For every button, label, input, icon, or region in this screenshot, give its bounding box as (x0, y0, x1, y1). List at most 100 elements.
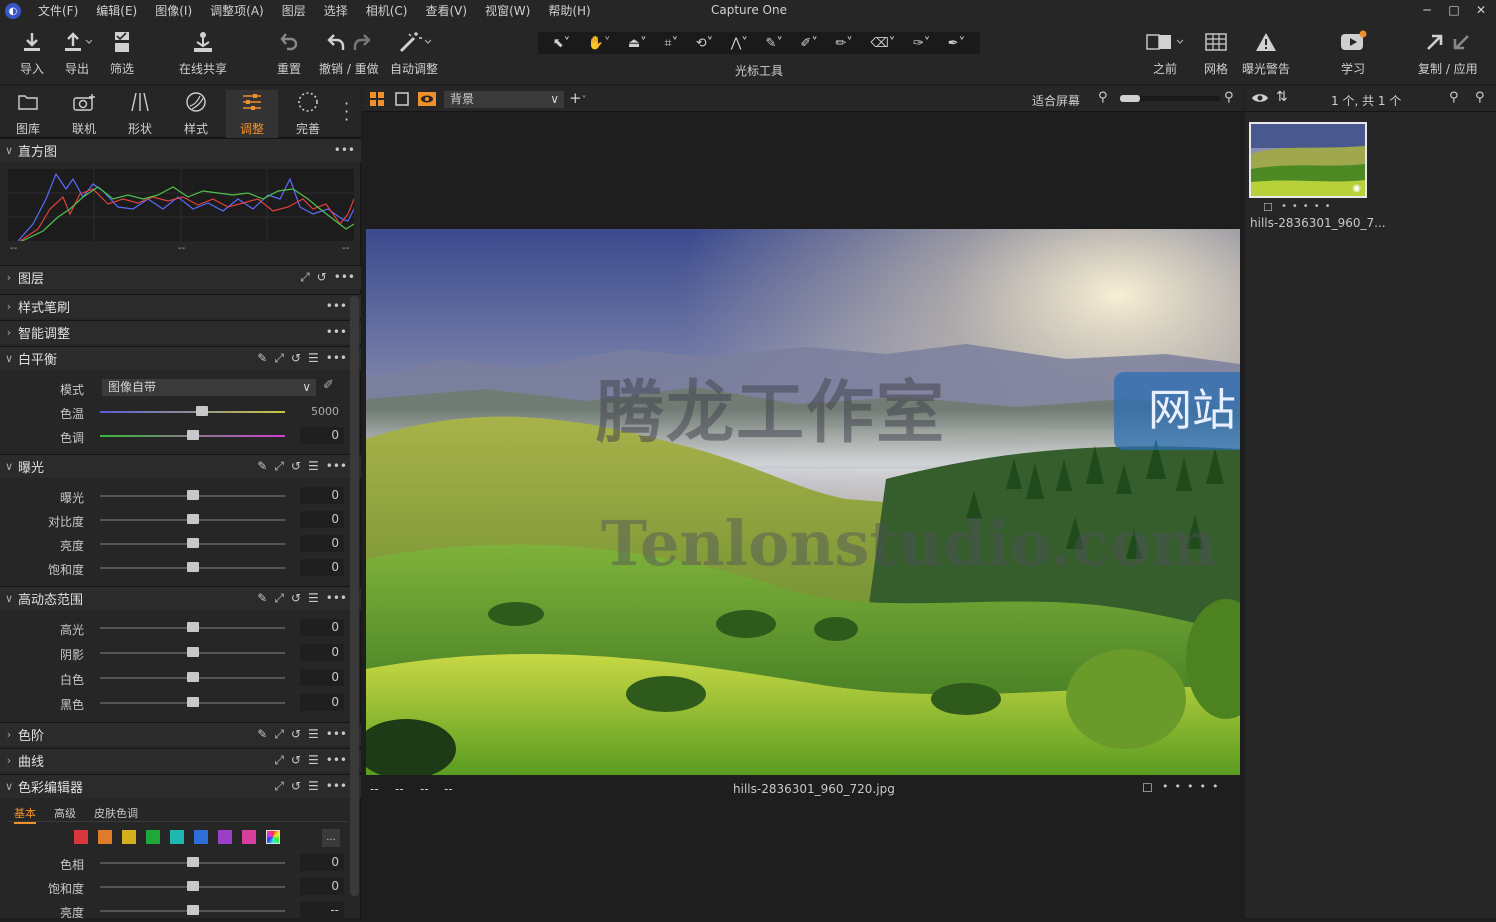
more-icon[interactable]: ••• (326, 299, 347, 313)
presets-icon[interactable]: ☰ (308, 779, 319, 794)
undo-redo-button[interactable]: 撤销 / 重做 (319, 28, 379, 77)
value-field[interactable]: -- (300, 902, 344, 919)
straighten-icon[interactable]: ⏏˅ (628, 36, 647, 51)
white-balance-header[interactable]: ∨ 白平衡 ✎ ⤢ ↺ ☰ ••• (0, 346, 361, 370)
filter-button[interactable]: 筛选 (110, 28, 134, 77)
reset-tool-icon[interactable]: ↺ (291, 727, 301, 742)
value-field[interactable]: 0 (300, 694, 344, 711)
slider-thumb[interactable] (186, 622, 199, 632)
zoom-slider[interactable] (1120, 95, 1220, 102)
slider-row[interactable]: 黑色 0 (0, 692, 350, 714)
value-field[interactable]: 0 (300, 487, 344, 504)
menu-file[interactable]: 文件(F) (29, 0, 87, 22)
curve-header[interactable]: › 曲线 ⤢ ↺ ☰ ••• (0, 748, 361, 772)
keystone-icon[interactable]: ⋀˅ (731, 36, 748, 51)
main-photo[interactable]: 腾龙工作室 网站 Tenlonstudio.com (366, 229, 1240, 775)
tab-skin-tone[interactable]: 皮肤色调 (94, 805, 138, 821)
tab-tethered[interactable]: 联机 (58, 90, 110, 137)
slider-temperature[interactable]: 色温 5000 (0, 401, 350, 423)
select-checkbox-icon[interactable]: ☐ (1142, 781, 1153, 795)
copy-apply-button[interactable]: 复制 / 应用 (1418, 28, 1478, 77)
proof-view-icon[interactable] (418, 92, 436, 109)
picker-icon[interactable]: ✎ (257, 459, 267, 474)
learn-button[interactable]: 学习 (1339, 28, 1367, 77)
slider-row[interactable]: 白色 0 (0, 667, 350, 689)
presets-icon[interactable]: ☰ (308, 459, 319, 474)
smart-adjust-header[interactable]: › 智能调整 ••• (0, 320, 361, 344)
value-field[interactable]: 0 (300, 619, 344, 636)
search-icon[interactable]: ⚲ (1475, 90, 1485, 105)
menu-camera[interactable]: 相机(C) (357, 0, 417, 22)
picker-icon[interactable]: ✎˅ (765, 36, 782, 51)
expand-icon[interactable]: ⤢ (274, 351, 284, 366)
color-swatch[interactable] (122, 830, 136, 844)
more-icon[interactable]: ••• (326, 325, 347, 339)
color-swatch[interactable] (74, 830, 88, 844)
reset-tool-icon[interactable]: ↺ (291, 753, 301, 768)
presets-icon[interactable]: ☰ (308, 753, 319, 768)
slider-thumb[interactable] (186, 857, 199, 867)
slider-row[interactable]: 色相 0 (0, 852, 350, 874)
menu-window[interactable]: 视窗(W) (476, 0, 539, 22)
presets-icon[interactable]: ☰ (308, 591, 319, 606)
picker-icon[interactable]: ✎ (257, 591, 267, 606)
menu-adjustments[interactable]: 调整项(A) (201, 0, 273, 22)
more-icon[interactable]: ••• (334, 270, 355, 285)
expand-icon[interactable]: ⤢ (274, 779, 284, 794)
color-swatch[interactable] (194, 830, 208, 844)
value-field[interactable]: 0 (300, 854, 344, 871)
slider-row[interactable]: 亮度 0 (0, 533, 350, 555)
slider-row[interactable]: 亮度 -- (0, 900, 350, 922)
maximize-button[interactable]: □ (1444, 3, 1464, 17)
color-swatch[interactable] (218, 830, 232, 844)
expand-icon[interactable]: ⤢ (274, 727, 284, 742)
value-field[interactable]: 0 (300, 535, 344, 552)
rotate-icon[interactable]: ⟲˅ (696, 36, 713, 51)
minimize-button[interactable]: ─ (1417, 3, 1437, 17)
value-field[interactable]: 0 (300, 427, 344, 444)
color-wheel-swatch[interactable] (266, 830, 280, 844)
menu-view[interactable]: 查看(V) (417, 0, 477, 22)
levels-header[interactable]: › 色阶 ✎ ⤢ ↺ ☰ ••• (0, 722, 361, 746)
tab-advanced[interactable]: 高级 (54, 805, 76, 821)
more-icon[interactable]: ••• (334, 143, 355, 157)
slider-thumb[interactable] (186, 905, 199, 915)
slider-thumb[interactable] (186, 490, 199, 500)
menu-layers[interactable]: 图层 (273, 0, 315, 22)
pan-hand-icon[interactable]: ✋˅ (588, 36, 611, 51)
tab-basic[interactable]: 基本 (14, 805, 36, 824)
zoom-icon[interactable]: ⚲ (1449, 90, 1459, 105)
value-field[interactable]: 0 (300, 559, 344, 576)
more-icon[interactable]: ••• (326, 753, 347, 768)
style-brush-header[interactable]: › 样式笔刷 ••• (0, 294, 361, 318)
zoom-slider-thumb[interactable] (1120, 95, 1140, 102)
color-swatch[interactable] (242, 830, 256, 844)
layer-select[interactable]: 背景 ∨ (444, 91, 564, 108)
menu-edit[interactable]: 编辑(E) (87, 0, 146, 22)
auto-adjust-button[interactable]: 自动调整 (390, 28, 438, 77)
add-layer-icon[interactable]: +˅ (569, 89, 587, 107)
import-button[interactable]: 导入 (20, 28, 44, 77)
tab-library[interactable]: 图库 (2, 90, 54, 137)
histogram-header[interactable]: ∨ 直方图 ••• (0, 138, 361, 162)
sort-icon[interactable]: ⇅ (1276, 89, 1288, 105)
color-more-button[interactable]: ... (322, 829, 340, 847)
more-icon[interactable]: ••• (326, 351, 347, 366)
slider-row[interactable]: 阴影 0 (0, 642, 350, 664)
presets-icon[interactable]: ☰ (308, 351, 319, 366)
tab-lens[interactable]: 形状 (114, 90, 166, 137)
reset-tool-icon[interactable]: ↺ (291, 591, 301, 606)
more-icon[interactable]: ••• (326, 591, 347, 606)
presets-icon[interactable]: ☰ (308, 727, 319, 742)
more-tabs-icon[interactable]: · · · (344, 96, 349, 128)
picker-icon[interactable]: ✎ (257, 351, 267, 366)
hdr-header[interactable]: ∨ 高动态范围 ✎ ⤢ ↺ ☰ ••• (0, 586, 361, 610)
zoom-in-icon[interactable]: ⚲ (1224, 90, 1234, 105)
share-button[interactable]: 在线共享 (179, 28, 227, 77)
exposure-header[interactable]: ∨ 曝光 ✎ ⤢ ↺ ☰ ••• (0, 454, 361, 478)
menu-select[interactable]: 选择 (315, 0, 357, 22)
expand-icon[interactable]: ⤢ (274, 753, 284, 768)
thumb-checkbox-icon[interactable]: ☐ (1263, 201, 1273, 214)
zoom-out-icon[interactable]: ⚲ (1098, 90, 1108, 105)
crop-icon[interactable]: ⌗˅ (664, 36, 678, 51)
